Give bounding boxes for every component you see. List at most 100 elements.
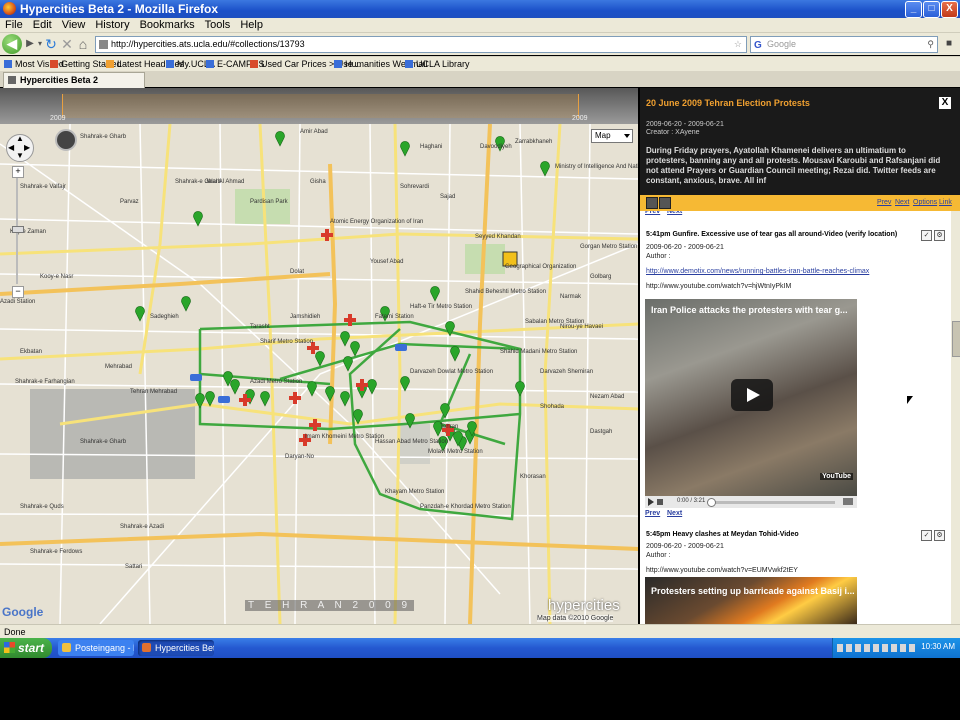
outlook-icon (62, 643, 71, 652)
reload-icon[interactable]: ↻ (44, 35, 58, 53)
back-button[interactable]: ◀ (2, 34, 22, 54)
green-map-marker[interactable] (430, 286, 440, 302)
item-title[interactable]: 5:41pm Gunfire. Excessive use of tear ga… (646, 231, 916, 238)
menu-bookmarks[interactable]: Bookmarks (135, 18, 200, 31)
stop-icon[interactable]: ✕ (60, 35, 74, 53)
pan-up-icon[interactable]: ▲ (16, 134, 24, 143)
bookmark-ucla-library[interactable]: UCLA Library (405, 59, 470, 69)
close-panel-button[interactable]: X (939, 97, 951, 109)
tray-icons[interactable] (837, 644, 917, 652)
list-view-icon[interactable] (646, 197, 658, 209)
play-button-icon[interactable] (648, 498, 654, 506)
video-progress-bar[interactable] (709, 501, 835, 504)
play-icon[interactable] (731, 379, 773, 411)
tab-hypercities[interactable]: Hypercities Beta 2 (3, 72, 145, 88)
map-tool-icon[interactable] (55, 129, 77, 151)
collection-items-list[interactable]: Prev Next 5:41pm Gunfire. Excessive use … (640, 211, 951, 624)
stop-button-icon[interactable] (657, 499, 663, 505)
bus-marker[interactable] (395, 344, 407, 351)
green-map-marker[interactable] (400, 141, 410, 157)
green-map-marker[interactable] (515, 381, 525, 397)
item-settings-icon[interactable]: ⚙ (934, 230, 945, 241)
zoom-out-button[interactable]: − (12, 286, 24, 298)
item-link[interactable]: http://www.demotix.com/news/running-batt… (646, 268, 869, 275)
detail-view-icon[interactable] (659, 197, 671, 209)
item-url-text: http://www.youtube.com/watch?v=hjWtnIyPk… (646, 283, 792, 290)
home-icon[interactable]: ⌂ (76, 35, 90, 53)
history-dropdown-icon[interactable]: ▾ (36, 35, 44, 53)
next-link[interactable]: Next (667, 211, 682, 215)
green-map-marker[interactable] (367, 379, 377, 395)
green-map-marker[interactable] (343, 356, 353, 372)
video-title[interactable]: Iran Police attacks the protesters with … (651, 305, 848, 315)
map-pan-control[interactable]: ▲ ▼ ◀ ▶ (6, 134, 34, 162)
video-frame[interactable] (645, 577, 857, 624)
zoom-control[interactable]: + − (12, 166, 24, 298)
url-bar[interactable]: http://hypercities.ats.ucla.edu/#collect… (95, 36, 747, 53)
map-place-label: Hassan Abad Metro Station (375, 439, 449, 445)
pan-down-icon[interactable]: ▼ (16, 151, 24, 160)
pan-right-icon[interactable]: ▶ (24, 143, 30, 152)
green-map-marker[interactable] (181, 296, 191, 312)
prev-link[interactable]: Prev (645, 211, 660, 215)
menu-history[interactable]: History (90, 18, 134, 31)
next-link[interactable]: Next (667, 510, 682, 517)
close-window-button[interactable]: X (941, 1, 958, 18)
green-map-marker[interactable] (440, 403, 450, 419)
rss-icon (106, 60, 114, 68)
prev-link[interactable]: Prev (645, 510, 660, 517)
fullscreen-icon[interactable] (843, 498, 853, 505)
search-input[interactable]: G Google ⚲ (750, 36, 938, 53)
bus-marker[interactable] (218, 396, 230, 403)
toolbar-prev-link[interactable]: Prev (877, 199, 891, 206)
green-map-marker[interactable] (340, 391, 350, 407)
menu-help[interactable]: Help (235, 18, 268, 31)
magnifier-icon[interactable]: ⚲ (927, 37, 934, 52)
menu-edit[interactable]: Edit (28, 18, 57, 31)
scrollbar-thumb[interactable] (952, 321, 960, 357)
green-map-marker[interactable] (315, 351, 325, 367)
google-search-engine-icon[interactable]: G (754, 38, 762, 53)
start-button[interactable]: start (0, 638, 52, 658)
green-map-marker[interactable] (260, 391, 270, 407)
toolbar-next-link[interactable]: Next (895, 199, 909, 206)
green-map-marker[interactable] (340, 331, 350, 347)
minimize-button[interactable]: _ (905, 1, 922, 18)
tab-strip: Hypercities Beta 2 (0, 71, 960, 88)
item-check-icon[interactable]: ✓ (921, 230, 932, 241)
green-map-marker[interactable] (307, 381, 317, 397)
item-title[interactable]: 5:45pm Heavy clashes at Meydan Tohid-Vid… (646, 531, 916, 538)
menu-view[interactable]: View (57, 18, 91, 31)
maximize-button[interactable]: □ (923, 1, 940, 18)
video-title[interactable]: Protesters setting up barricade against … (651, 586, 855, 596)
pan-left-icon[interactable]: ◀ (8, 143, 14, 152)
item-check-icon[interactable]: ✓ (921, 530, 932, 541)
green-map-marker[interactable] (230, 379, 240, 395)
video-scrubber[interactable] (707, 498, 716, 507)
video-player[interactable]: Iran Police attacks the protesters with … (645, 299, 857, 508)
zoom-in-button[interactable]: + (12, 166, 24, 178)
bus-marker[interactable] (190, 374, 202, 381)
menu-tools[interactable]: Tools (200, 18, 236, 31)
green-map-marker[interactable] (275, 131, 285, 147)
menu-file[interactable]: File (0, 18, 28, 31)
toolbar-extra-icon[interactable]: ■ (942, 35, 956, 53)
forward-button[interactable]: ▶ (24, 35, 36, 53)
timeline-range[interactable] (62, 94, 579, 118)
bookmark-star-icon[interactable]: ☆ (734, 37, 742, 52)
map-type-select[interactable]: Map (591, 129, 633, 143)
video-player[interactable]: Protesters setting up barricade against … (645, 577, 857, 624)
panel-scrollbar[interactable] (951, 211, 960, 624)
toolbar-options-link[interactable]: Options (913, 199, 937, 206)
timeline-slider[interactable]: 2009 2009 (0, 88, 638, 124)
green-map-marker[interactable] (350, 341, 360, 357)
toolbar-link-link[interactable]: Link (939, 199, 952, 206)
zoom-slider-knob[interactable] (12, 226, 24, 233)
green-map-marker[interactable] (450, 346, 460, 362)
item-settings-icon[interactable]: ⚙ (934, 530, 945, 541)
green-map-marker[interactable] (540, 161, 550, 177)
taskbar-item-outlook[interactable]: Posteingang - Mic... (58, 640, 134, 656)
taskbar-item-firefox[interactable]: Hypercities Beta 2... (138, 640, 214, 656)
red-cross-marker[interactable] (289, 392, 301, 404)
map-view[interactable]: Shahrak-e Gharb Shahrak-e Valfajr Koy-e Za… (0, 124, 638, 624)
